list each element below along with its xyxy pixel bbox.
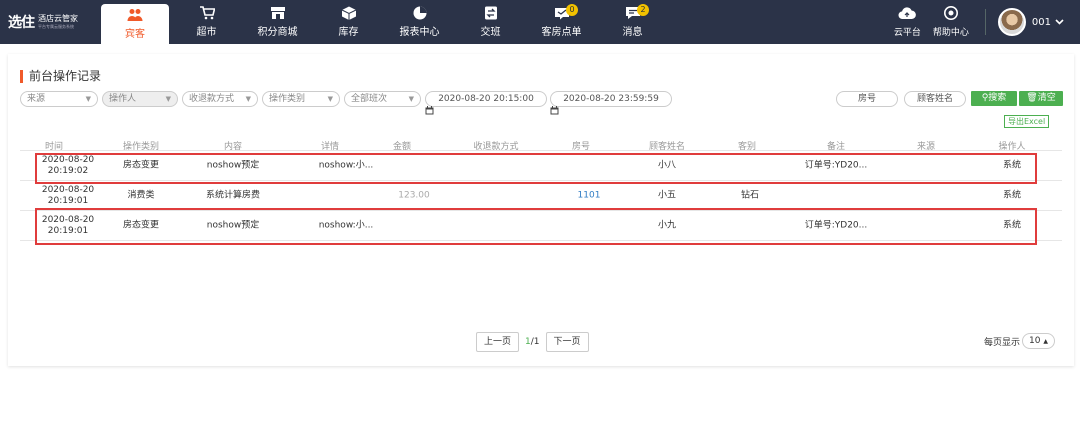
operator-select-value: 操作人 [109, 94, 137, 104]
cloud-icon [898, 6, 917, 23]
page-size: 每页显示 10 ▲ [984, 333, 1055, 349]
trash-icon: 🗑 [1026, 93, 1038, 103]
nav-label: 消息 [622, 27, 643, 38]
time-cell: 2020-08-20 20:19:01 [33, 185, 103, 207]
guest-name-placeholder: 顾客姓名 [916, 94, 953, 104]
refund-method-value: 收退款方式 [189, 94, 235, 104]
message-badge: 2 [637, 4, 649, 16]
operation-log-panel: 前台操作记录 来源 ▼ 操作人 ▼ 收退款方式 ▼ 操作类别 ▼ 全部班次 ▼ 2020-… [8, 54, 1074, 366]
pie-chart-icon [412, 6, 428, 20]
source-select-value: 来源 [27, 94, 46, 104]
room-number-input[interactable]: 房号 [836, 91, 898, 107]
source-select[interactable]: 来源 ▼ [20, 91, 98, 107]
shift-select-value: 全部班次 [351, 94, 388, 104]
box-icon [341, 6, 357, 20]
search-button-label: 搜索 [988, 93, 1007, 103]
export-excel-button[interactable]: 导出Excel [1004, 115, 1050, 128]
nav-item-points-store[interactable]: 积分商城 [242, 0, 313, 44]
highlight-box [35, 208, 1037, 245]
nav-label: 报表中心 [399, 27, 440, 38]
nav-item-market[interactable]: 超市 [171, 0, 242, 44]
user-menu[interactable]: 001 [997, 8, 1064, 36]
content-cell: 系统计算房费 [205, 190, 261, 200]
amount-cell: 123.00 [398, 190, 430, 200]
highlight-box [35, 153, 1037, 184]
store-icon [270, 6, 286, 20]
guest-name-input[interactable]: 顾客姓名 [904, 91, 966, 107]
calendar-icon[interactable] [550, 106, 559, 118]
date-text: 2020-08-20 [41, 184, 95, 195]
caret-down-icon: ▼ [327, 95, 333, 103]
avatar [997, 8, 1026, 36]
type-cell: 消费类 [127, 190, 155, 200]
cart-icon [199, 6, 215, 20]
calendar-icon[interactable] [425, 106, 434, 118]
next-page-button[interactable]: 下一页 [545, 332, 589, 352]
level-cell: 钻石 [740, 190, 760, 200]
nav-label: 客房点单 [541, 27, 582, 38]
nav-label: 超市 [196, 27, 217, 38]
start-time-input[interactable]: 2020-08-20 20:15:00 [425, 91, 547, 107]
caret-down-icon: ▼ [408, 95, 414, 103]
nav-label: 库存 [338, 27, 359, 38]
cloud-platform-link[interactable]: 云平台 [893, 6, 921, 38]
brand[interactable]: 选住 酒店云管家 平台专属云服务系统 [0, 0, 100, 44]
nav-item-messages[interactable]: 2 消息 [597, 0, 668, 44]
chevron-down-icon [1055, 17, 1064, 28]
start-time-value: 2020-08-20 20:15:00 [438, 94, 534, 104]
nav-item-handover[interactable]: 交班 [455, 0, 526, 44]
clear-button-label: 清空 [1037, 93, 1056, 103]
handover-icon [483, 6, 499, 20]
caret-up-icon: ▲ [1043, 338, 1048, 345]
filter-bar: 来源 ▼ 操作人 ▼ 收退款方式 ▼ 操作类别 ▼ 全部班次 ▼ 2020-08-20 2… [20, 91, 1066, 115]
nav-label: 交班 [480, 27, 501, 38]
total-pages: 1 [533, 337, 540, 347]
caret-down-icon: ▼ [245, 95, 251, 103]
cloud-platform-label: 云平台 [893, 27, 921, 38]
nav-item-inventory[interactable]: 库存 [313, 0, 384, 44]
page-title: 前台操作记录 [20, 70, 101, 83]
caret-down-icon: ▼ [85, 95, 91, 103]
guest-cell: 小五 [657, 190, 677, 200]
page-size-label: 每页显示 [984, 337, 1021, 348]
refund-method-select[interactable]: 收退款方式 ▼ [182, 91, 258, 107]
username: 001 [1031, 16, 1051, 28]
search-button[interactable]: ⚲搜索 [971, 91, 1017, 106]
brand-tagline: 平台专属云服务系统 [38, 24, 74, 29]
operation-type-select[interactable]: 操作类别 ▼ [262, 91, 340, 107]
prev-page-button[interactable]: 上一页 [476, 332, 520, 352]
table-header: 时间 操作类别 内容 详情 金额 收退款方式 房号 顾客姓名 客别 备注 来源 … [20, 139, 1062, 152]
page-size-select[interactable]: 10 ▲ [1022, 333, 1055, 349]
time-text: 20:19:01 [47, 195, 89, 206]
nav-item-room-order[interactable]: 0 客房点单 [526, 0, 597, 44]
divider [984, 9, 986, 35]
shift-select[interactable]: 全部班次 ▼ [344, 91, 421, 107]
help-icon [943, 6, 959, 23]
end-time-input[interactable]: 2020-08-20 23:59:59 [550, 91, 672, 107]
nav-label: 宾客 [125, 29, 145, 40]
nav-label: 积分商城 [257, 27, 298, 38]
operator-select[interactable]: 操作人 ▼ [102, 91, 178, 107]
order-badge: 0 [566, 4, 578, 16]
brand-name: 酒店云管家 [38, 14, 78, 23]
nav-item-guest[interactable]: 宾客 [101, 4, 169, 44]
page-info: 1/1 [525, 337, 540, 347]
operator-cell: 系统 [1002, 190, 1022, 200]
brand-logo: 选住 [8, 15, 35, 31]
top-nav-bar: 选住 酒店云管家 平台专属云服务系统 宾客 超市 积分商城 库存 报表中心 交班… [0, 0, 1080, 44]
guest-icon [127, 8, 143, 22]
nav-item-reports[interactable]: 报表中心 [384, 0, 455, 44]
end-time-value: 2020-08-20 23:59:59 [563, 94, 659, 104]
room-number-placeholder: 房号 [857, 94, 876, 104]
pagination: 上一页 1/1 下一页 [476, 332, 589, 352]
help-center-link[interactable]: 帮助中心 [933, 6, 969, 38]
help-center-label: 帮助中心 [932, 28, 969, 38]
page-size-value: 10 [1029, 336, 1041, 346]
table-row[interactable]: 2020-08-20 20:19:01 消费类 系统计算房费 123.00 110… [20, 181, 1062, 211]
clear-button[interactable]: 🗑清空 [1019, 91, 1063, 106]
room-cell[interactable]: 1101 [578, 190, 601, 201]
main-nav: 宾客 超市 积分商城 库存 报表中心 交班 0 客房点单 2 消息 [100, 0, 668, 44]
operation-type-value: 操作类别 [269, 94, 306, 104]
caret-down-icon: ▼ [165, 95, 171, 103]
